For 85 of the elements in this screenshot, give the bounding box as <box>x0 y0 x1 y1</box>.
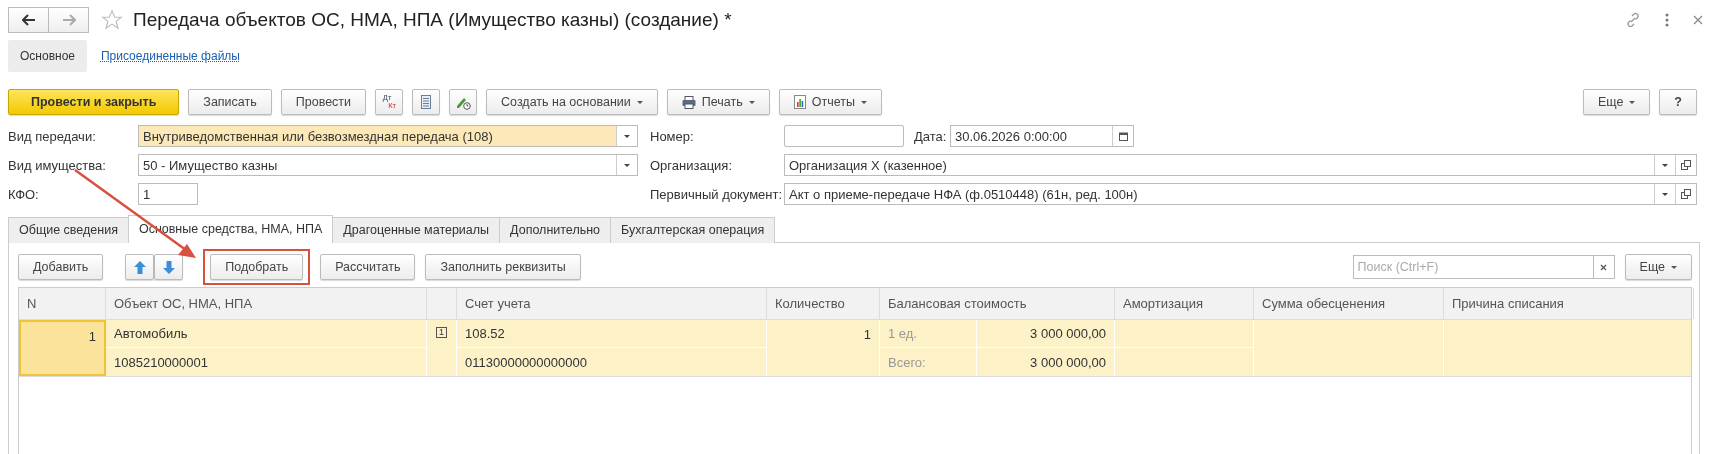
post-and-close-button[interactable]: Провести и закрыть <box>8 89 180 115</box>
field-label: Организация: <box>650 157 734 173</box>
caret-icon <box>860 100 867 104</box>
more-button[interactable]: Еще <box>1582 89 1651 115</box>
table-cell: 3 000 000,00 <box>977 320 1115 348</box>
toolbar-button[interactable]: Записать <box>188 89 272 115</box>
flag-badge: 1 <box>436 327 447 338</box>
open-icon <box>1681 189 1691 199</box>
printer-icon <box>681 95 696 109</box>
star-icon[interactable] <box>101 9 123 31</box>
edit-button[interactable] <box>449 89 478 115</box>
document-list-icon <box>421 95 432 109</box>
calculate-button[interactable]: Рассчитать <box>320 254 416 280</box>
date-input[interactable]: 30.06.2026 0:00:00 <box>950 125 1134 147</box>
primary-document-select[interactable]: Акт о приеме-передаче НФА (ф.0510448) (61н, ред. 100н) <box>784 183 1697 205</box>
field-label: Вид имущества: <box>8 157 107 173</box>
pick-button[interactable]: Подобрать <box>210 254 304 280</box>
chart-report-icon <box>793 95 806 109</box>
table-cell: 1 <box>767 320 880 376</box>
dropdown-icon <box>1662 192 1668 196</box>
back-arrow-icon <box>21 14 36 26</box>
tab[interactable]: Дополнительно <box>499 217 612 243</box>
search-field[interactable]: Поиск (Ctrl+F) <box>1352 255 1593 279</box>
dropdown-icon <box>1662 163 1668 167</box>
link-icon[interactable] <box>1625 12 1641 28</box>
caret-icon <box>636 100 643 104</box>
fill-details-button[interactable]: Заполнить реквизиты <box>425 254 581 280</box>
caret-icon <box>1671 265 1677 269</box>
move-up-button[interactable] <box>125 254 155 280</box>
back-button[interactable] <box>8 7 49 33</box>
column-header: Причина списания <box>1444 288 1694 319</box>
down-arrow-icon <box>162 260 175 274</box>
column-header: Количество <box>767 288 880 319</box>
column-header: Счет учета <box>457 288 767 319</box>
help-button[interactable]: ? <box>1659 89 1697 115</box>
table-cell: 3 000 000,00 <box>977 348 1115 376</box>
dropdown-icon <box>624 134 630 138</box>
kfo-input[interactable]: 1 <box>138 183 198 205</box>
table-cell: Автомобиль <box>106 320 427 348</box>
table-row[interactable]: 1 Автомобиль 1085210000001 1 108.52 01130000000000000 1 1 ед. 3 000 000,00 Всего: 3 000 000,00 <box>19 320 1691 377</box>
move-down-button[interactable] <box>154 254 184 280</box>
caret-icon <box>1629 100 1636 104</box>
create-based-on-button[interactable]: Создать на основании <box>486 89 658 115</box>
section-tab[interactable]: Присоединенные файлы <box>101 49 240 63</box>
transfer-type-select[interactable]: Внутриведомственная или безвозмездная передача (108) <box>138 125 638 147</box>
column-header: Сумма обесценения <box>1254 288 1444 319</box>
field-label: Первичный документ: <box>650 186 784 202</box>
dropdown-icon <box>624 163 630 167</box>
clear-button[interactable] <box>1592 255 1615 279</box>
tab[interactable]: Общие сведения <box>8 217 129 243</box>
up-arrow-icon <box>133 260 146 274</box>
table-cell: Всего: <box>880 348 977 376</box>
window-title: Передача объектов ОС, НМА, НПА (Имущество казны) (создание) * <box>133 9 732 31</box>
reports-button[interactable]: Отчеты <box>778 89 882 115</box>
column-header: Балансовая стоимость <box>880 288 1115 319</box>
open-icon <box>1681 160 1691 170</box>
table-cell: 1085210000001 <box>106 348 427 376</box>
clear-icon <box>1600 263 1608 271</box>
section-tab[interactable]: Основное <box>8 40 87 72</box>
more-vertical-icon[interactable] <box>1665 13 1669 27</box>
table-cell: 01130000000000000 <box>457 348 767 376</box>
property-type-select[interactable]: 50 - Имущество казны <box>138 154 638 176</box>
list-button[interactable] <box>412 89 441 115</box>
organization-select[interactable]: Организация Х (казенное) <box>784 154 1697 176</box>
add-button[interactable]: Добавить <box>18 254 104 280</box>
column-header: N <box>19 288 106 319</box>
field-label: Дата: <box>914 128 948 144</box>
number-input[interactable] <box>784 125 904 147</box>
calendar-icon <box>1118 131 1128 141</box>
column-header: Амортизация <box>1115 288 1254 319</box>
toolbar-button[interactable]: Провести <box>280 89 367 115</box>
column-header: Объект ОС, НМА, НПА <box>106 288 427 319</box>
caret-icon <box>748 100 755 104</box>
tab[interactable]: Бухгалтерская операция <box>610 217 776 243</box>
more-button[interactable]: Еще <box>1624 254 1692 280</box>
print-button[interactable]: Печать <box>666 89 770 115</box>
close-icon[interactable] <box>1693 15 1703 25</box>
field-label: Вид передачи: <box>8 128 97 144</box>
table-cell: 1 <box>19 320 106 376</box>
forward-arrow-icon <box>61 14 76 26</box>
table-cell: 108.52 <box>457 320 767 348</box>
table-cell: 1 ед. <box>880 320 977 348</box>
field-label: КФО: <box>8 186 40 202</box>
tab[interactable]: Драгоценные материалы <box>332 217 501 243</box>
field-label: Номер: <box>650 128 695 144</box>
